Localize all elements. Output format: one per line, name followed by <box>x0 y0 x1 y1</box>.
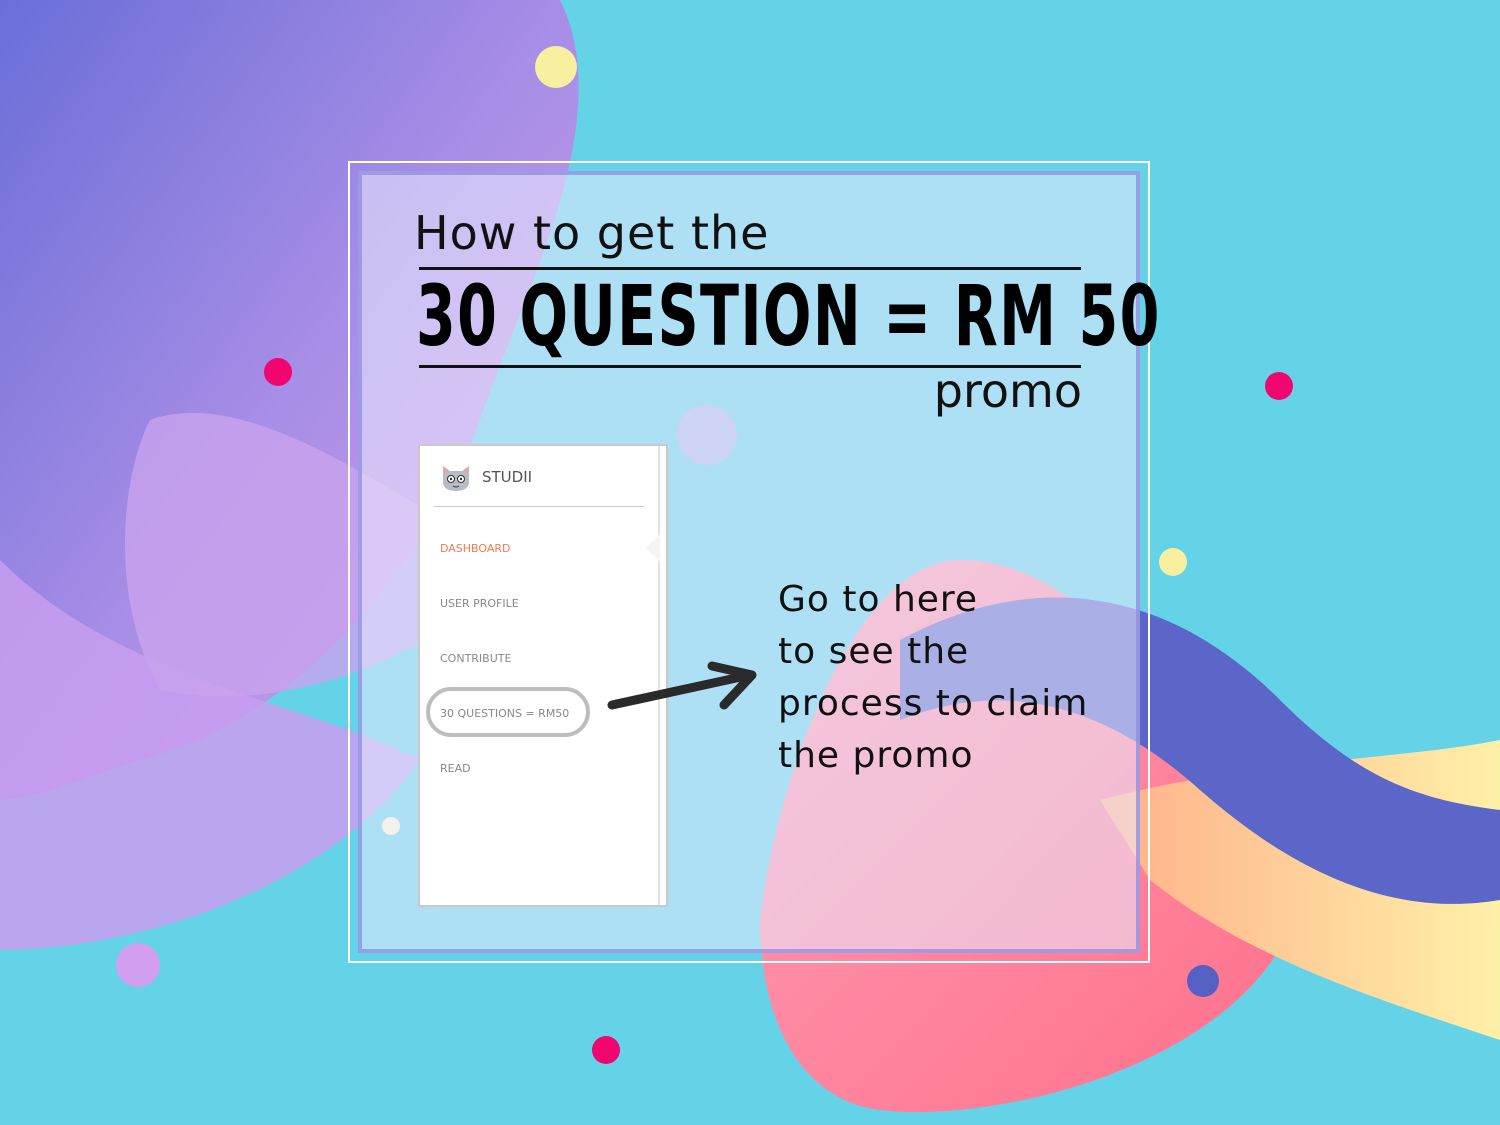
sidebar-item-read[interactable]: READ <box>440 762 471 775</box>
note-line: to see the <box>778 631 970 672</box>
headline-line3: promo <box>933 364 1082 418</box>
headline-line1: How to get the <box>414 206 770 260</box>
instruction-note: Go to here to see the process to claim t… <box>778 574 1088 782</box>
note-line: process to claim <box>778 683 1089 724</box>
sidebar-brand[interactable]: STUDII <box>440 462 532 492</box>
sidebar-item-user-profile[interactable]: USER PROFILE <box>440 597 519 610</box>
sidebar-item-contribute[interactable]: CONTRIBUTE <box>440 652 511 665</box>
divider <box>434 506 644 507</box>
active-indicator <box>646 534 660 562</box>
cat-icon <box>443 466 469 491</box>
sidebar-item-dashboard[interactable]: DASHBOARD <box>440 542 511 555</box>
note-line: the promo <box>778 735 974 776</box>
note-line: Go to here <box>778 579 979 620</box>
headline-promo-title: 30 QUESTION = RM 50 <box>416 267 1161 365</box>
sidebar-item-30-questions[interactable]: 30 QUESTIONS = RM50 <box>440 707 569 720</box>
brand-name: STUDII <box>482 468 533 486</box>
arrow-right-icon <box>607 661 757 710</box>
